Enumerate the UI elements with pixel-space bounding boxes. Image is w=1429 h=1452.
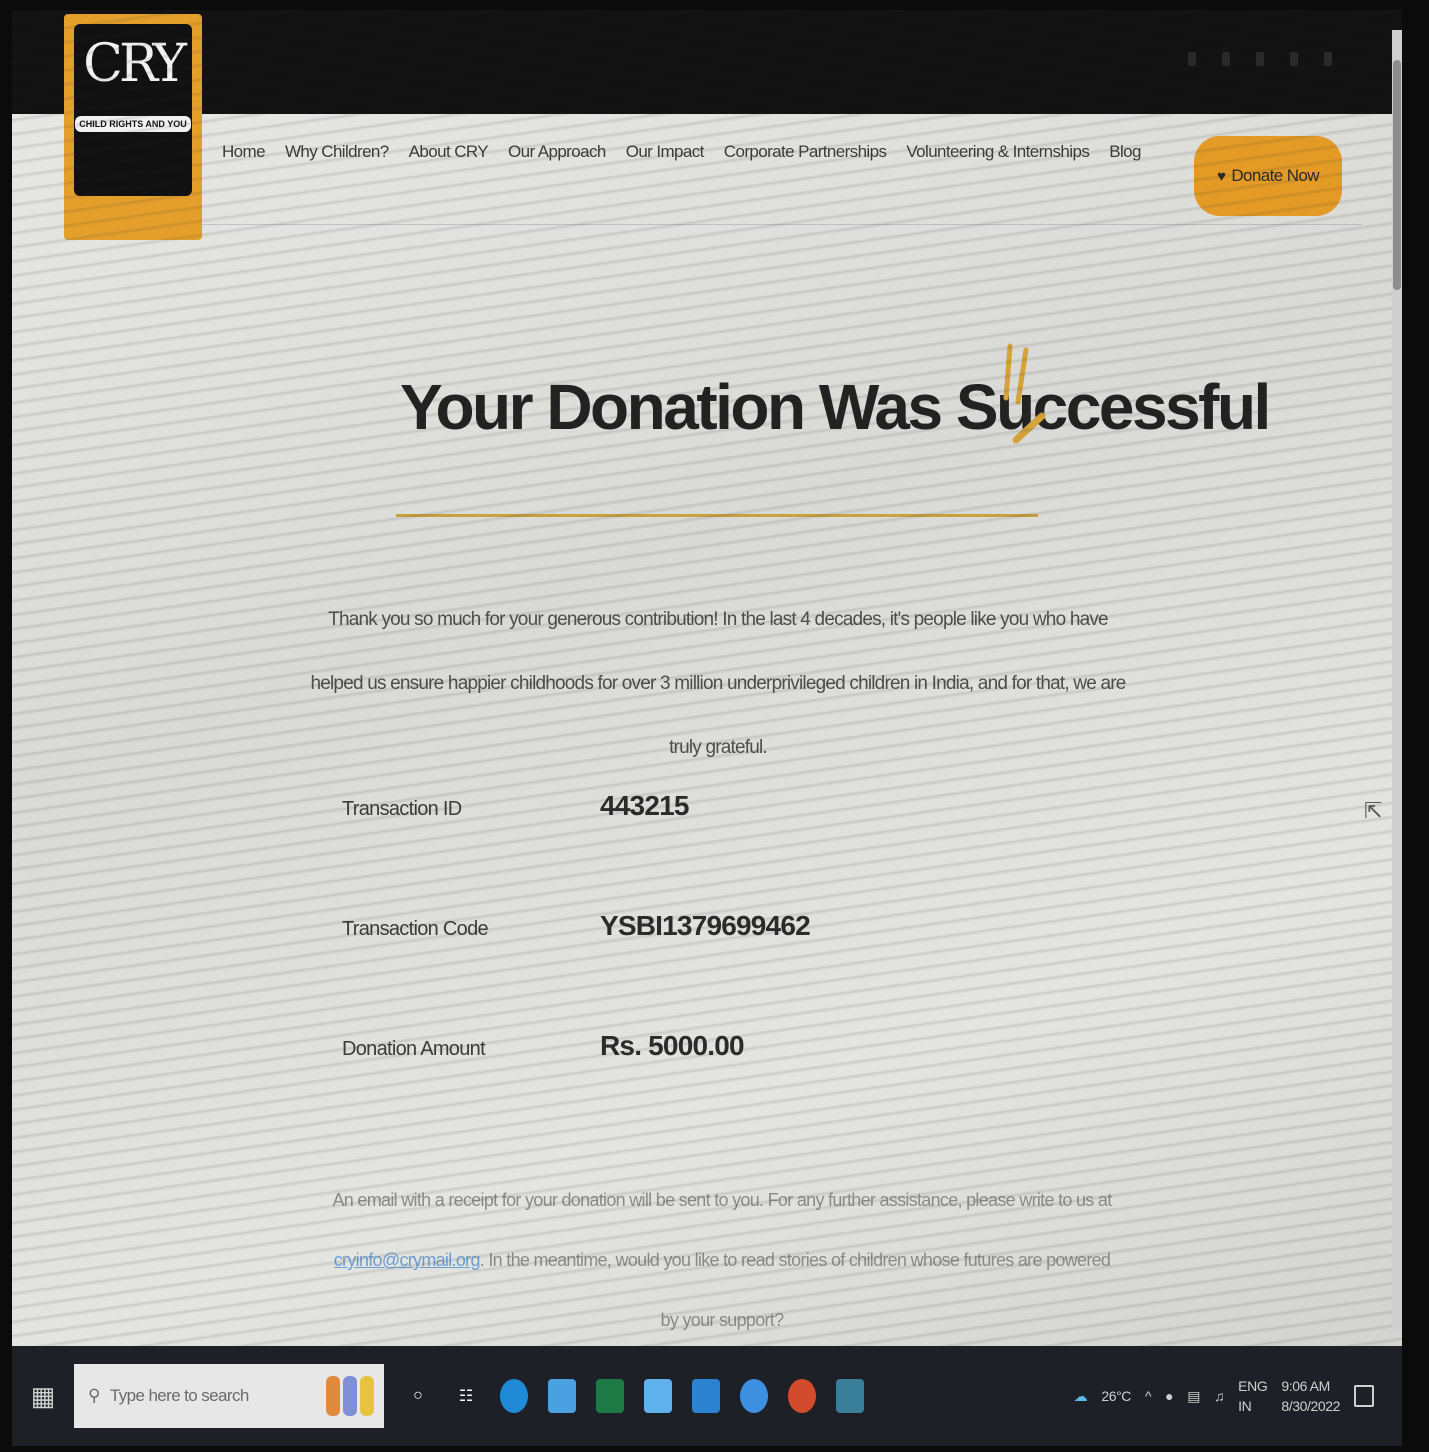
scrollbar-thumb[interactable] bbox=[1393, 60, 1401, 290]
chevron-up-icon[interactable]: ^ bbox=[1145, 1388, 1152, 1404]
weather-temp[interactable]: 26°C bbox=[1101, 1388, 1131, 1404]
clock-date: 8/30/2022 bbox=[1281, 1398, 1340, 1414]
nav-divider bbox=[202, 224, 1362, 225]
transaction-id-value: 443215 bbox=[600, 790, 689, 821]
mail-icon[interactable] bbox=[692, 1379, 720, 1413]
transaction-id-label: Transaction ID bbox=[342, 798, 462, 820]
receipt-message: An email with a receipt for your donatio… bbox=[332, 1170, 1112, 1350]
page-scrollbar[interactable] bbox=[1392, 30, 1402, 1330]
page-title: Your Donation Was Successful bbox=[400, 371, 1271, 443]
internet-explorer-icon[interactable] bbox=[740, 1379, 768, 1413]
nav-our-impact[interactable]: Our Impact bbox=[626, 142, 705, 162]
excel-icon[interactable] bbox=[596, 1379, 624, 1413]
logo-mark: CRY bbox=[83, 34, 187, 94]
nav-corporate-partnerships[interactable]: Corporate Partnerships bbox=[724, 142, 887, 162]
nav-volunteering[interactable]: Volunteering & Internships bbox=[906, 142, 1089, 162]
windows-taskbar: ▦ ⚲ Type here to search ○ ☷ ☁ 26°C ^ ● ▤… bbox=[12, 1346, 1402, 1446]
system-tray: ☁ 26°C ^ ● ▤ ♫ ENG IN 9:06 AM 8/30/2022 bbox=[1074, 1376, 1402, 1416]
language-top: ENG bbox=[1238, 1378, 1268, 1394]
twitter-icon[interactable] bbox=[1222, 52, 1230, 66]
instagram-icon[interactable] bbox=[1256, 52, 1264, 66]
support-email-link[interactable]: cryinfo@crymail.org bbox=[334, 1250, 481, 1270]
heart-icon: ♥ bbox=[1217, 167, 1226, 185]
search-icon: ⚲ bbox=[88, 1386, 100, 1405]
youtube-icon[interactable] bbox=[1324, 52, 1332, 66]
detail-row-donation-amount: Donation Amount Rs. 5000.00 bbox=[342, 1030, 745, 1062]
nav-blog[interactable]: Blog bbox=[1109, 142, 1141, 162]
receipt-text-part2: . In the meantime, would you like to rea… bbox=[479, 1250, 1111, 1330]
donate-now-label: Donate Now bbox=[1231, 166, 1319, 185]
taskbar-pinned-apps: ○ ☷ bbox=[404, 1379, 864, 1413]
cortana-icon[interactable]: ○ bbox=[404, 1379, 432, 1413]
network-icon[interactable]: ▤ bbox=[1187, 1388, 1200, 1405]
donation-amount-label: Donation Amount bbox=[342, 1038, 486, 1060]
weather-icon[interactable]: ☁ bbox=[1074, 1388, 1088, 1405]
language-indicator[interactable]: ENG IN bbox=[1238, 1376, 1268, 1416]
facebook-icon[interactable] bbox=[1188, 52, 1196, 66]
powerpoint-icon[interactable] bbox=[788, 1379, 816, 1413]
file-explorer-icon[interactable] bbox=[548, 1379, 576, 1413]
top-bar bbox=[12, 10, 1402, 114]
cry-logo[interactable]: CRY CHILD RIGHTS AND YOU bbox=[64, 14, 202, 240]
thank-you-message: Thank you so much for your generous cont… bbox=[310, 609, 1126, 758]
notification-icon[interactable] bbox=[1354, 1385, 1374, 1407]
task-view-icon[interactable]: ☷ bbox=[452, 1379, 480, 1413]
logo-badge: CRY CHILD RIGHTS AND YOU bbox=[74, 24, 192, 196]
nav-our-approach[interactable]: Our Approach bbox=[508, 142, 606, 162]
donation-amount-value: Rs. 5000.00 bbox=[600, 1030, 745, 1061]
detail-row-transaction-code: Transaction Code YSBI1379699462 bbox=[342, 910, 811, 942]
detail-row-transaction-id: Transaction ID 443215 bbox=[342, 790, 689, 822]
browser-screen: CRY CHILD RIGHTS AND YOU Home Why Childr… bbox=[12, 10, 1402, 1446]
store-icon[interactable] bbox=[644, 1379, 672, 1413]
social-links bbox=[1188, 52, 1332, 66]
chrome-icon[interactable] bbox=[836, 1379, 864, 1413]
transaction-code-label: Transaction Code bbox=[342, 918, 489, 940]
nav-home[interactable]: Home bbox=[222, 142, 266, 162]
transaction-code-value: YSBI1379699462 bbox=[600, 910, 811, 941]
taskbar-search-box[interactable]: ⚲ Type here to search bbox=[74, 1364, 384, 1428]
clock[interactable]: 9:06 AM 8/30/2022 bbox=[1281, 1376, 1340, 1416]
sparkle-icon bbox=[1003, 343, 1046, 444]
main-nav: Home Why Children? About CRY Our Approac… bbox=[222, 142, 1141, 162]
linkedin-icon[interactable] bbox=[1290, 52, 1298, 66]
logo-tagline: CHILD RIGHTS AND YOU bbox=[75, 116, 191, 132]
donate-now-button[interactable]: ♥ Donate Now bbox=[1194, 136, 1342, 216]
windows-start-icon[interactable]: ▦ bbox=[12, 1381, 74, 1412]
tray-app-icon[interactable]: ● bbox=[1165, 1388, 1173, 1404]
clock-time: 9:06 AM bbox=[1281, 1378, 1330, 1394]
mouse-cursor-icon: ⇱ bbox=[1364, 798, 1383, 823]
volume-icon[interactable]: ♫ bbox=[1214, 1388, 1225, 1404]
language-bottom: IN bbox=[1238, 1398, 1252, 1414]
nav-why-children[interactable]: Why Children? bbox=[285, 142, 389, 162]
nav-about-cry[interactable]: About CRY bbox=[409, 142, 489, 162]
search-placeholder: Type here to search bbox=[109, 1386, 249, 1405]
edge-icon[interactable] bbox=[500, 1379, 528, 1413]
receipt-text-part1: An email with a receipt for your donatio… bbox=[332, 1190, 1112, 1210]
search-highlight-art bbox=[326, 1376, 374, 1416]
title-underline bbox=[396, 514, 1038, 517]
